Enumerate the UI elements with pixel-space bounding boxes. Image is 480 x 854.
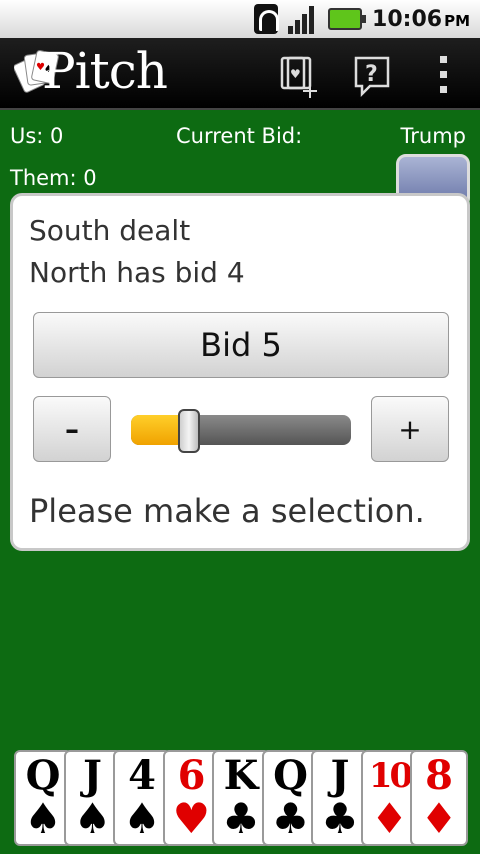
player-hand: Q ♠ J ♠ 4 ♠ 6 ♥ K ♣ Q ♣ J ♣ 10 ♦ 8 ♦ (14, 750, 474, 846)
bid-slider-track[interactable] (131, 415, 351, 445)
trump-label: Trump (400, 124, 466, 148)
signal-icon (288, 4, 318, 34)
card-rank: 4 (128, 752, 156, 799)
status-ampm: PM (444, 11, 470, 30)
card-rank: J (330, 752, 350, 799)
new-game-icon[interactable]: ♥ (280, 54, 320, 98)
card-suit-icon: ♣ (321, 794, 359, 843)
card-suit-icon: ♦ (420, 794, 458, 843)
bid-dialog: South dealt North has bid 4 Bid 5 – + Pl… (10, 193, 470, 551)
svg-text:?: ? (365, 62, 378, 87)
overflow-menu-icon[interactable] (430, 54, 458, 98)
dealer-message: South dealt (29, 214, 191, 247)
card-suit-icon: ♠ (123, 794, 161, 843)
svg-text:♥: ♥ (290, 67, 301, 81)
status-bar: 10:06 PM (0, 0, 480, 38)
card-rank: 8 (425, 752, 453, 799)
card-rank: Q (25, 752, 61, 799)
status-time: 10:06 (372, 6, 443, 32)
current-bid-label: Current Bid: (176, 124, 303, 148)
action-bar: ♥ ♠ Pitch ♥ ? (0, 38, 480, 110)
card-rank: 6 (177, 752, 206, 799)
help-icon[interactable]: ? (352, 54, 392, 98)
card-rank: Q (273, 752, 308, 799)
card-rank: 10 (368, 756, 413, 796)
bid-button[interactable]: Bid 5 (33, 312, 449, 378)
bid-slider-thumb[interactable] (177, 409, 200, 453)
last-bid-message: North has bid 4 (29, 256, 245, 289)
battery-icon (328, 8, 367, 30)
them-score: Them: 0 (10, 166, 97, 190)
wifi-icon (254, 4, 280, 34)
card-suit-icon: ♣ (222, 794, 260, 843)
card-suit-icon: ♠ (24, 794, 62, 843)
hand-card[interactable]: 8 ♦ (410, 750, 468, 846)
card-suit-icon: ♠ (73, 794, 112, 843)
card-rank: J (83, 752, 102, 799)
decrease-bid-button[interactable]: – (33, 396, 111, 462)
increase-bid-button[interactable]: + (371, 396, 449, 462)
card-suit-icon: ♦ (370, 794, 409, 843)
selection-prompt: Please make a selection. (29, 492, 425, 530)
card-suit-icon: ♣ (271, 794, 310, 843)
status-clock: 10:06 PM (372, 7, 470, 32)
us-score: Us: 0 (10, 124, 64, 148)
card-rank: K (223, 752, 259, 799)
bid-slider-fill (131, 415, 184, 445)
card-suit-icon: ♥ (172, 794, 211, 843)
app-title: Pitch (42, 42, 168, 100)
